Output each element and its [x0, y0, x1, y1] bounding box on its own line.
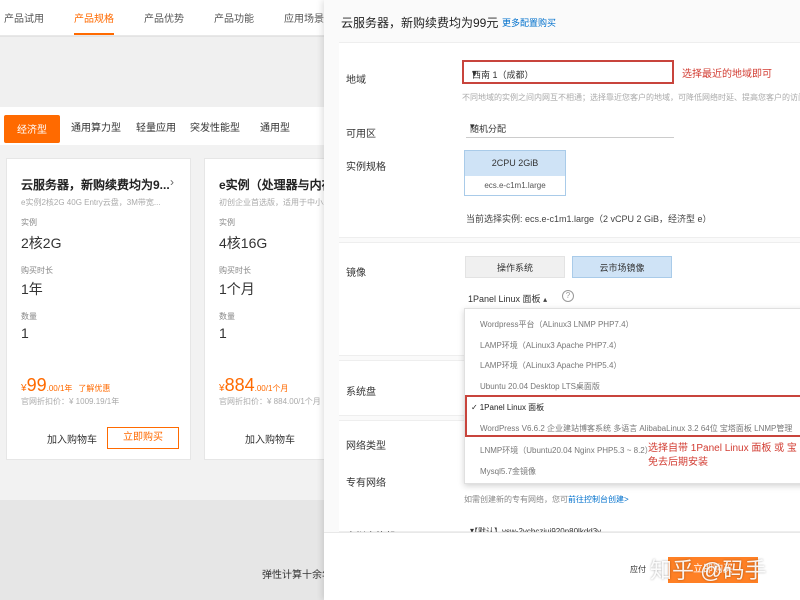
image-select[interactable]: 1Panel Linux 面板 ▴	[468, 292, 547, 305]
image-option-selected[interactable]: ✓ 1Panel Linux 面板	[471, 402, 544, 413]
check-icon: ✓	[471, 403, 478, 412]
subtab-economy[interactable]: 经济型	[4, 115, 60, 143]
add-to-cart-button[interactable]: 加入购物车	[47, 431, 97, 446]
image-option[interactable]: LNMP环境（Ubuntu20.04 Nginx PHP5.3 ~ 8.2）	[480, 445, 653, 456]
subtab-general-compute[interactable]: 通用算力型	[71, 119, 121, 134]
image-option[interactable]: LAMP环境（ALinux3 Apache PHP7.4）	[480, 340, 621, 351]
tab-marketplace-image[interactable]: 云市场镜像	[572, 256, 672, 278]
original-price: 官网折扣价：¥ 1009.19/1年	[21, 397, 120, 406]
caret-down-icon: ▾	[472, 68, 477, 78]
spec-type-name: ecs.e-c1m1.large	[484, 181, 546, 190]
purchase-config-panel: 云服务器，新购续费均为99元 更多配置购买 地域 西南 1（成都） ▾ 选择最近…	[324, 0, 800, 600]
quantity-label: 数量	[219, 312, 235, 321]
spec-option-card[interactable]: 2CPU 2GiB ecs.e-c1m1.large	[464, 150, 566, 196]
vpc-hint: 如需创建新的专有网络，您可前往控制台创建>	[464, 495, 629, 504]
price: ¥99.00/1年 了解优惠	[21, 375, 111, 395]
create-vpc-link[interactable]: 前往控制台创建>	[568, 495, 629, 504]
spec-cpu-mem: 2CPU 2GiB	[465, 151, 565, 176]
buy-now-button[interactable]: 立即购买	[107, 427, 179, 449]
image-option[interactable]: Ubuntu 20.04 Desktop LTS桌面版	[480, 381, 600, 392]
chevron-right-icon[interactable]: ›	[170, 175, 174, 189]
price: ¥884.00/1个月	[219, 375, 289, 395]
network-type-label: 网络类型	[346, 441, 386, 452]
nav-item-scenarios[interactable]: 应用场景	[284, 10, 324, 25]
nav-item-advantages[interactable]: 产品优势	[144, 10, 184, 25]
nav-item-features[interactable]: 产品功能	[214, 10, 254, 25]
product-card: 云服务器，新购续费均为9... › e实例2核2G 40G Entry云盘，3M…	[6, 158, 191, 460]
image-option[interactable]: Mysql5.7金镜像	[480, 466, 536, 477]
image-option[interactable]: WordPress V6.6.2 企业建站博客系统 多语言 AlibabaLin…	[480, 423, 792, 434]
card-description: e实例2核2G 40G Entry云盘，3M带宽...	[21, 198, 161, 207]
image-annotation: 选择自带 1Panel Linux 面板 或 宝 免去后期安装	[648, 443, 797, 468]
region-hint: 不同地域的实例之间内网互不相通；选择靠近您客户的地域，可降低网络时延、提高您客户…	[462, 93, 800, 102]
discount-badge[interactable]: 了解优惠	[78, 384, 110, 393]
quantity-value[interactable]: 1	[219, 325, 227, 341]
instance-label: 实例	[219, 218, 235, 227]
nav-item-specs[interactable]: 产品规格	[74, 10, 114, 25]
subtab-burstable[interactable]: 突发性能型	[190, 119, 240, 134]
original-price: 官网折扣价：¥ 884.00/1个月	[219, 397, 321, 406]
duration-label: 购买时长	[219, 266, 251, 275]
checkout-bar: 应付 立即购买 知乎 @码手	[324, 532, 800, 600]
region-annotation: 选择最近的地域即可	[682, 69, 772, 80]
fee-label: 应付	[630, 565, 646, 574]
duration-label: 购买时长	[21, 266, 53, 275]
quantity-label: 数量	[21, 312, 37, 321]
zone-label: 可用区	[346, 129, 376, 140]
card-title[interactable]: 云服务器，新购续费均为9...	[21, 176, 170, 193]
tab-os-image[interactable]: 操作系统	[465, 256, 565, 278]
image-option[interactable]: LAMP环境（ALinux3 Apache PHP5.4）	[480, 360, 621, 371]
footer-text: 弹性计算十余年	[262, 570, 332, 581]
card-description: 初创企业首选版，适用于中小...	[219, 198, 330, 207]
region-label: 地域	[346, 75, 366, 86]
vpc-label: 专有网络	[346, 478, 386, 489]
image-option[interactable]: Wordpress平台（ALinux3 LNMP PHP7.4）	[480, 319, 634, 330]
caret-up-icon: ▴	[543, 295, 548, 304]
disk-label: 系统盘	[346, 387, 376, 398]
instance-value[interactable]: 2核2G	[21, 233, 61, 253]
nav-item-trial[interactable]: 产品试用	[4, 10, 44, 25]
instance-label: 实例	[21, 218, 37, 227]
image-label: 镜像	[346, 268, 366, 279]
region-select[interactable]: 西南 1（成都） ▾	[462, 60, 674, 84]
duration-value[interactable]: 1年	[21, 279, 43, 299]
caret-down-icon: ▾	[470, 121, 475, 131]
help-icon[interactable]: ?	[562, 290, 574, 302]
spec-label: 实例规格	[346, 162, 386, 173]
watermark: 知乎 @码手	[650, 558, 767, 583]
zone-select[interactable]: 随机分配 ▾	[466, 118, 674, 138]
instance-value[interactable]: 4核16G	[219, 233, 267, 253]
add-to-cart-button[interactable]: 加入购物车	[245, 431, 295, 446]
nav-active-underline	[74, 33, 114, 35]
current-spec-text: 当前选择实例: ecs.e-c1m1.large（2 vCPU 2 GiB，经济…	[466, 214, 712, 224]
subtab-lightweight[interactable]: 轻量应用	[136, 119, 176, 134]
duration-value[interactable]: 1个月	[219, 279, 255, 299]
panel-title: 云服务器，新购续费均为99元	[341, 16, 499, 30]
subtab-general[interactable]: 通用型	[260, 119, 290, 134]
more-config-link[interactable]: 更多配置购买	[502, 16, 556, 29]
quantity-value[interactable]: 1	[21, 325, 29, 341]
